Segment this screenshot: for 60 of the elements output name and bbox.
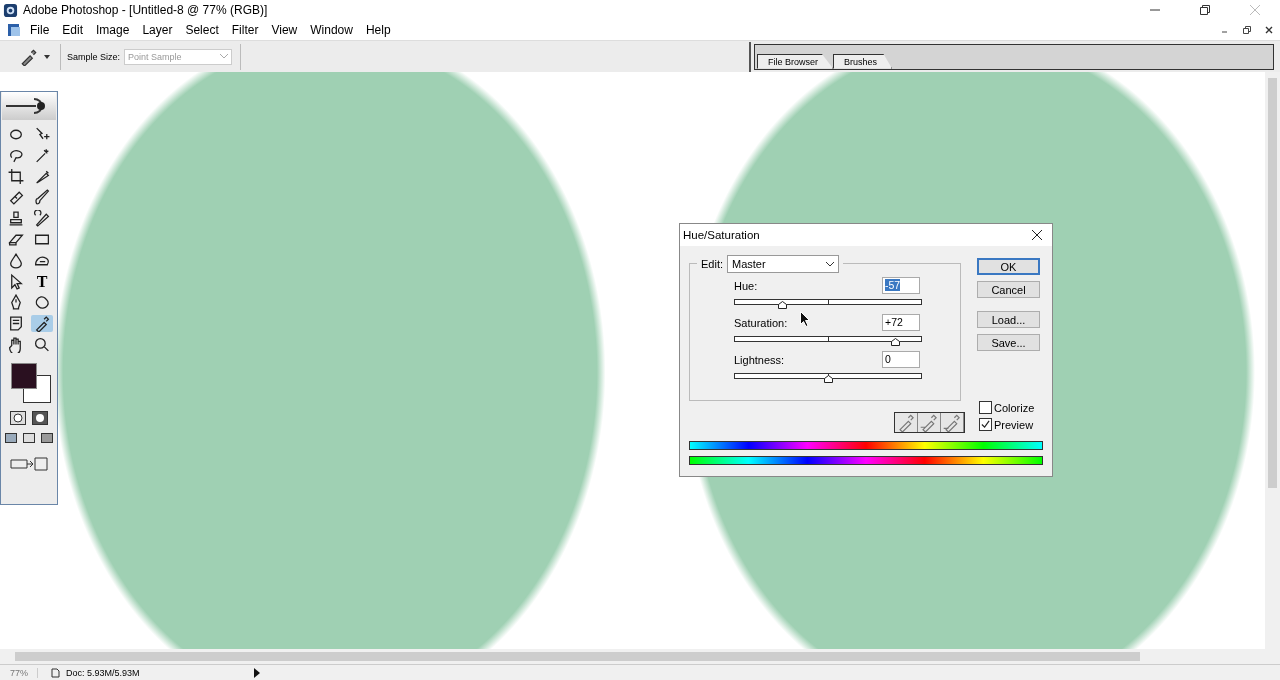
checkbox-label: Preview xyxy=(994,418,1034,431)
document-icon xyxy=(50,667,60,678)
eyedropper-plus-icon[interactable] xyxy=(918,413,941,432)
dialog-button[interactable]: Load... xyxy=(977,311,1040,328)
eye-logo-icon xyxy=(2,92,56,120)
restore-icon[interactable] xyxy=(1200,5,1210,15)
jump-to-icon[interactable] xyxy=(9,455,49,471)
quick-mask-icon[interactable] xyxy=(32,411,48,425)
slider-thumb[interactable] xyxy=(824,375,833,383)
eyedropper-minus-icon[interactable] xyxy=(941,413,964,432)
menu-item[interactable]: Edit xyxy=(62,23,84,37)
mouse-cursor-icon xyxy=(800,311,810,327)
value-field[interactable]: -57 xyxy=(882,277,920,294)
standard-mode-icon[interactable] xyxy=(10,411,26,425)
palette-tab[interactable]: Brushes xyxy=(833,53,893,69)
chevron-icon xyxy=(220,54,229,59)
play-icon[interactable] xyxy=(253,667,260,678)
close-icon[interactable] xyxy=(1032,230,1042,240)
value-field[interactable]: +72 xyxy=(882,314,920,331)
palette-tab[interactable]: File Browser xyxy=(757,53,833,69)
slider-label: Saturation: xyxy=(734,316,788,329)
slider-thumb[interactable] xyxy=(777,301,787,309)
screen-mode-icon[interactable] xyxy=(23,433,35,443)
slider-thumb[interactable] xyxy=(890,338,900,346)
menu-item[interactable]: Select xyxy=(185,23,219,37)
menu-item[interactable]: Image xyxy=(96,23,130,37)
value-field[interactable]: 0 xyxy=(882,351,920,368)
eyedropper-icon[interactable] xyxy=(20,47,38,66)
slider-label: Hue: xyxy=(734,279,758,292)
dialog-button[interactable]: Cancel xyxy=(977,281,1040,298)
menu-item[interactable]: View xyxy=(271,23,298,37)
eyedropper-icon[interactable] xyxy=(31,315,53,332)
checkbox-label: Colorize xyxy=(994,401,1035,414)
document-icon xyxy=(6,22,22,38)
edit-dropdown[interactable]: Master xyxy=(727,255,839,273)
menu-item[interactable]: Layer xyxy=(142,23,173,37)
edit-label: Edit: xyxy=(701,258,723,270)
slider-label: Lightness: xyxy=(734,353,785,366)
checkbox[interactable] xyxy=(979,418,992,431)
sample-size-label: Sample Size: xyxy=(67,51,121,62)
close-icon[interactable] xyxy=(1264,25,1274,35)
foreground-color-swatch[interactable] xyxy=(11,363,37,389)
app-icon xyxy=(3,2,18,18)
document-size: Doc: 5.93M/5.93M xyxy=(66,667,140,678)
menu-item[interactable]: Help xyxy=(365,23,391,37)
chevron-icon xyxy=(826,261,834,267)
menu-item[interactable]: Window xyxy=(310,23,353,37)
menu-item[interactable]: Filter xyxy=(231,23,259,37)
window-title: Adobe Photoshop - [Untitled-8 @ 77% (RGB)] xyxy=(23,3,268,17)
zoom-level-field[interactable]: 77% xyxy=(0,667,38,678)
type-tool[interactable]: T xyxy=(31,273,53,290)
dialog-button[interactable]: Save... xyxy=(977,334,1040,351)
checkbox[interactable] xyxy=(979,401,992,414)
restore-icon[interactable] xyxy=(1242,25,1252,35)
screen-mode-icon[interactable] xyxy=(41,433,53,443)
screen-mode-icon[interactable] xyxy=(5,433,17,443)
dialog-button[interactable]: OK xyxy=(977,258,1040,275)
dialog-title: Hue/Saturation xyxy=(683,229,760,241)
caret-icon[interactable] xyxy=(44,54,50,59)
menu-item[interactable]: File xyxy=(30,23,50,37)
